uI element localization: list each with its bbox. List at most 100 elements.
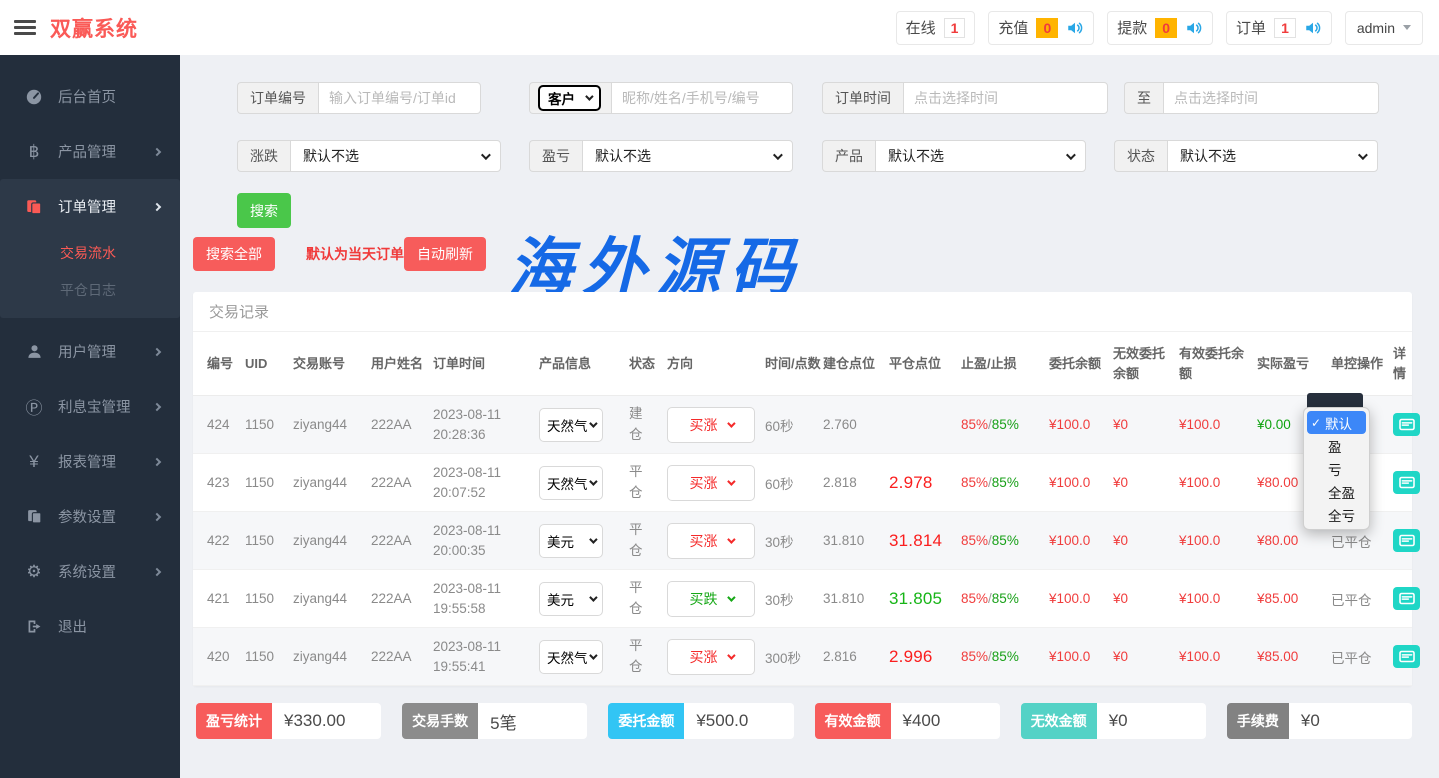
cell-product: 天然气 [539, 640, 627, 674]
speaker-icon[interactable] [1185, 19, 1203, 37]
direction-select[interactable]: 买涨 [667, 407, 755, 443]
filter-status: 状态 默认不选 [1114, 140, 1378, 172]
cell-close-point: 31.814 [889, 531, 959, 551]
sidebar-item-users[interactable]: 用户管理 [0, 324, 180, 379]
customer-input[interactable] [611, 82, 793, 114]
cell-detail [1393, 413, 1420, 436]
user-menu[interactable]: admin [1345, 11, 1423, 45]
dropdown-option-default[interactable]: ✓ 默认 [1307, 411, 1366, 434]
cell-account: ziyang44 [293, 591, 369, 606]
stat-withdraw[interactable]: 提款 0 [1107, 11, 1213, 45]
updown-label: 涨跌 [237, 140, 290, 172]
product-select[interactable]: 美元 [539, 524, 603, 558]
detail-button[interactable] [1393, 471, 1420, 494]
sidebar-item-dashboard[interactable]: 后台首页 [0, 69, 180, 124]
search-button[interactable]: 搜索 [237, 193, 291, 228]
sidebar-item-logout[interactable]: 退出 [0, 599, 180, 654]
stat-recharge[interactable]: 充值 0 [988, 11, 1094, 45]
sidebar-subitem-close-log[interactable]: 平仓日志 [0, 271, 180, 308]
filter-profitloss: 盈亏 默认不选 [529, 140, 793, 172]
sidebar-item-parameters[interactable]: 参数设置 [0, 489, 180, 544]
sidebar-item-label: 用户管理 [58, 341, 116, 362]
sidebar-item-label: 产品管理 [58, 141, 116, 162]
dropdown-option-all-lose[interactable]: 全亏 [1307, 503, 1366, 526]
cell-direction: 买涨 [667, 523, 763, 559]
direction-select[interactable]: 买涨 [667, 465, 755, 501]
stat-recharge-label: 充值 [998, 17, 1028, 38]
sidebar-item-products[interactable]: ฿ 产品管理 [0, 124, 180, 179]
search-all-button[interactable]: 搜索全部 [193, 237, 275, 271]
cell-duration: 30秒 [765, 589, 821, 609]
logout-icon [24, 618, 44, 635]
direction-select[interactable]: 买涨 [667, 523, 755, 559]
speaker-icon[interactable] [1304, 19, 1322, 37]
product-select[interactable]: 天然气 [539, 408, 603, 442]
summary-valid-amount: 有效金额 ¥400 [815, 703, 1000, 739]
direction-select[interactable]: 买跌 [667, 581, 755, 617]
card-icon [1399, 650, 1415, 663]
product-select[interactable]: 天然气 [539, 466, 603, 500]
cell-invalid-entrust: ¥0 [1113, 475, 1177, 490]
profitloss-select[interactable]: 默认不选 [582, 140, 793, 172]
stat-orders[interactable]: 订单 1 [1226, 11, 1332, 45]
chevron-down-icon [585, 92, 593, 100]
dropdown-option-lose[interactable]: 亏 [1307, 457, 1366, 480]
updown-select[interactable]: 默认不选 [290, 140, 501, 172]
filter-updown: 涨跌 默认不选 [237, 140, 501, 172]
hamburger-menu-icon[interactable] [14, 17, 36, 38]
cell-status: 平仓 [629, 578, 665, 619]
product-filter-select[interactable]: 默认不选 [875, 140, 1086, 172]
detail-button[interactable] [1393, 529, 1420, 552]
speaker-icon[interactable] [1066, 19, 1084, 37]
sidebar-subitem-trade-flow[interactable]: 交易流水 [0, 234, 180, 271]
cell-open-point: 31.810 [823, 591, 887, 606]
order-time-label: 订单时间 [822, 82, 903, 114]
main-content: 订单编号 客户 订单时间 至 涨跌 默认不选 盈亏 默认不选 产品 默认不选 状… [180, 55, 1439, 778]
stat-online[interactable]: 在线 1 [896, 11, 976, 45]
customer-select[interactable]: 客户 [538, 85, 601, 111]
sidebar-item-system[interactable]: ⚙ 系统设置 [0, 544, 180, 599]
control-dropdown-menu: ✓ 默认 盈 亏 全盈 全亏 [1303, 407, 1370, 530]
cell-invalid-entrust: ¥0 [1113, 591, 1177, 606]
sidebar-item-interest[interactable]: Ⓟ 利息宝管理 [0, 379, 180, 434]
sidebar-item-reports[interactable]: ¥ 报表管理 [0, 434, 180, 489]
cell-open-point: 2.818 [823, 475, 887, 490]
chevron-right-icon [153, 512, 161, 520]
time-end-input[interactable] [1163, 82, 1379, 114]
auto-refresh-button[interactable]: 自动刷新 [404, 237, 486, 271]
cell-actual-profit: ¥85.00 [1257, 649, 1329, 664]
yen-icon: ¥ [24, 452, 44, 472]
detail-button[interactable] [1393, 587, 1420, 610]
cell-account: ziyang44 [293, 417, 369, 432]
direction-select[interactable]: 买涨 [667, 639, 755, 675]
cell-invalid-entrust: ¥0 [1113, 417, 1177, 432]
sidebar-item-label: 参数设置 [58, 506, 116, 527]
detail-button[interactable] [1393, 413, 1420, 436]
cell-uid: 1150 [245, 533, 291, 548]
cell-detail [1393, 587, 1420, 610]
cell-id: 421 [207, 591, 243, 606]
stat-online-value: 1 [944, 18, 966, 38]
product-select[interactable]: 天然气 [539, 640, 603, 674]
cell-stop-profit-loss: 85%/85% [961, 591, 1047, 606]
time-start-input[interactable] [903, 82, 1108, 114]
cell-order-time: 2023-08-1119:55:58 [433, 579, 537, 618]
dropdown-option-win[interactable]: 盈 [1307, 434, 1366, 457]
cell-entrust-balance: ¥100.0 [1049, 591, 1111, 606]
chevron-right-icon [153, 402, 161, 410]
detail-button[interactable] [1393, 645, 1420, 668]
cell-duration: 30秒 [765, 531, 821, 551]
chevron-down-icon [773, 150, 783, 160]
product-select[interactable]: 美元 [539, 582, 603, 616]
order-no-input[interactable] [318, 82, 481, 114]
table-row: 423 1150 ziyang44 222AA 2023-08-1120:07:… [193, 454, 1412, 512]
table-row: 420 1150 ziyang44 222AA 2023-08-1119:55:… [193, 628, 1412, 686]
status-filter-select[interactable]: 默认不选 [1167, 140, 1378, 172]
cell-actual-profit: ¥80.00 [1257, 533, 1329, 548]
dropdown-option-all-win[interactable]: 全盈 [1307, 480, 1366, 503]
cell-status: 平仓 [629, 520, 665, 561]
sidebar-item-orders[interactable]: 订单管理 [0, 179, 180, 234]
cell-invalid-entrust: ¥0 [1113, 649, 1177, 664]
cell-status: 建仓 [629, 404, 665, 445]
cell-control-status: 已平仓 [1331, 647, 1391, 667]
